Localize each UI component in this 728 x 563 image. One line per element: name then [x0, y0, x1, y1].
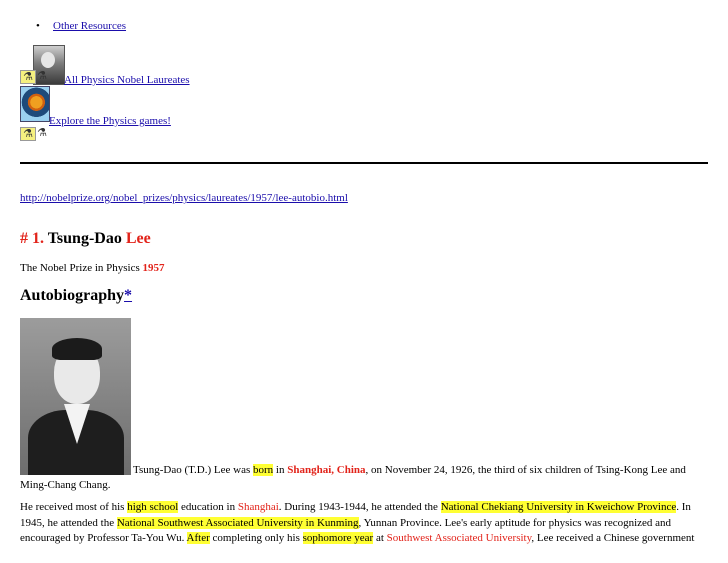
laureate-photo [20, 318, 131, 475]
chemistry-icon: ⚗ [37, 70, 47, 82]
section-heading: Autobiography* [20, 287, 132, 305]
prize-year: 1957 [142, 262, 165, 274]
autobiography-title: Autobiography [20, 287, 125, 304]
highlight-sophomore-year: sophomore year [302, 532, 374, 544]
highlight-high-school: high school [127, 501, 179, 513]
place-southwest-university: Southwest Associated University [386, 532, 532, 544]
horizontal-divider [20, 162, 708, 164]
chemistry-icon: ⚗ [37, 127, 47, 139]
laureate-given-name: Tsung-Dao [47, 230, 122, 247]
prize-text: The Nobel Prize in Physics [20, 262, 140, 274]
birthplace: Shanghai, China [287, 464, 366, 476]
other-resources-link[interactable]: Other Resources [53, 20, 126, 32]
prize-line: The Nobel Prize in Physics 1957 [20, 262, 165, 274]
highlight-after: After [186, 532, 210, 544]
rank-number: # 1. [20, 230, 44, 247]
physics-game-icon[interactable] [20, 86, 50, 122]
list-bullet: • [36, 20, 40, 32]
paragraph-2: He received most of his high school educ… [20, 501, 695, 544]
paragraph-1-line-2: Ming-Chang Chang. [20, 479, 111, 491]
chemistry-icon: ⚗ [20, 127, 36, 141]
physics-games-link[interactable]: Explore the Physics games! [49, 115, 171, 127]
laureate-heading: # 1. Tsung-Dao Lee [20, 230, 151, 248]
chemistry-icon: ⚗ [20, 70, 36, 84]
source-url-link[interactable]: http://nobelprize.org/nobel_prizes/physi… [20, 192, 348, 204]
highlight-southwest-university: National Southwest Associated University… [116, 516, 359, 529]
highlight-born: born [253, 464, 274, 476]
all-laureates-link[interactable]: All Physics Nobel Laureates [64, 74, 190, 86]
laureate-family-name: Lee [125, 230, 151, 247]
footnote-star-link[interactable]: * [124, 287, 132, 304]
paragraph-1-line-1: Tsung-Dao (T.D.) Lee was born in Shangha… [133, 464, 686, 476]
place-shanghai: Shanghai [237, 501, 279, 513]
highlight-chekiang-university: National Chekiang University in Kweichow… [440, 501, 677, 513]
